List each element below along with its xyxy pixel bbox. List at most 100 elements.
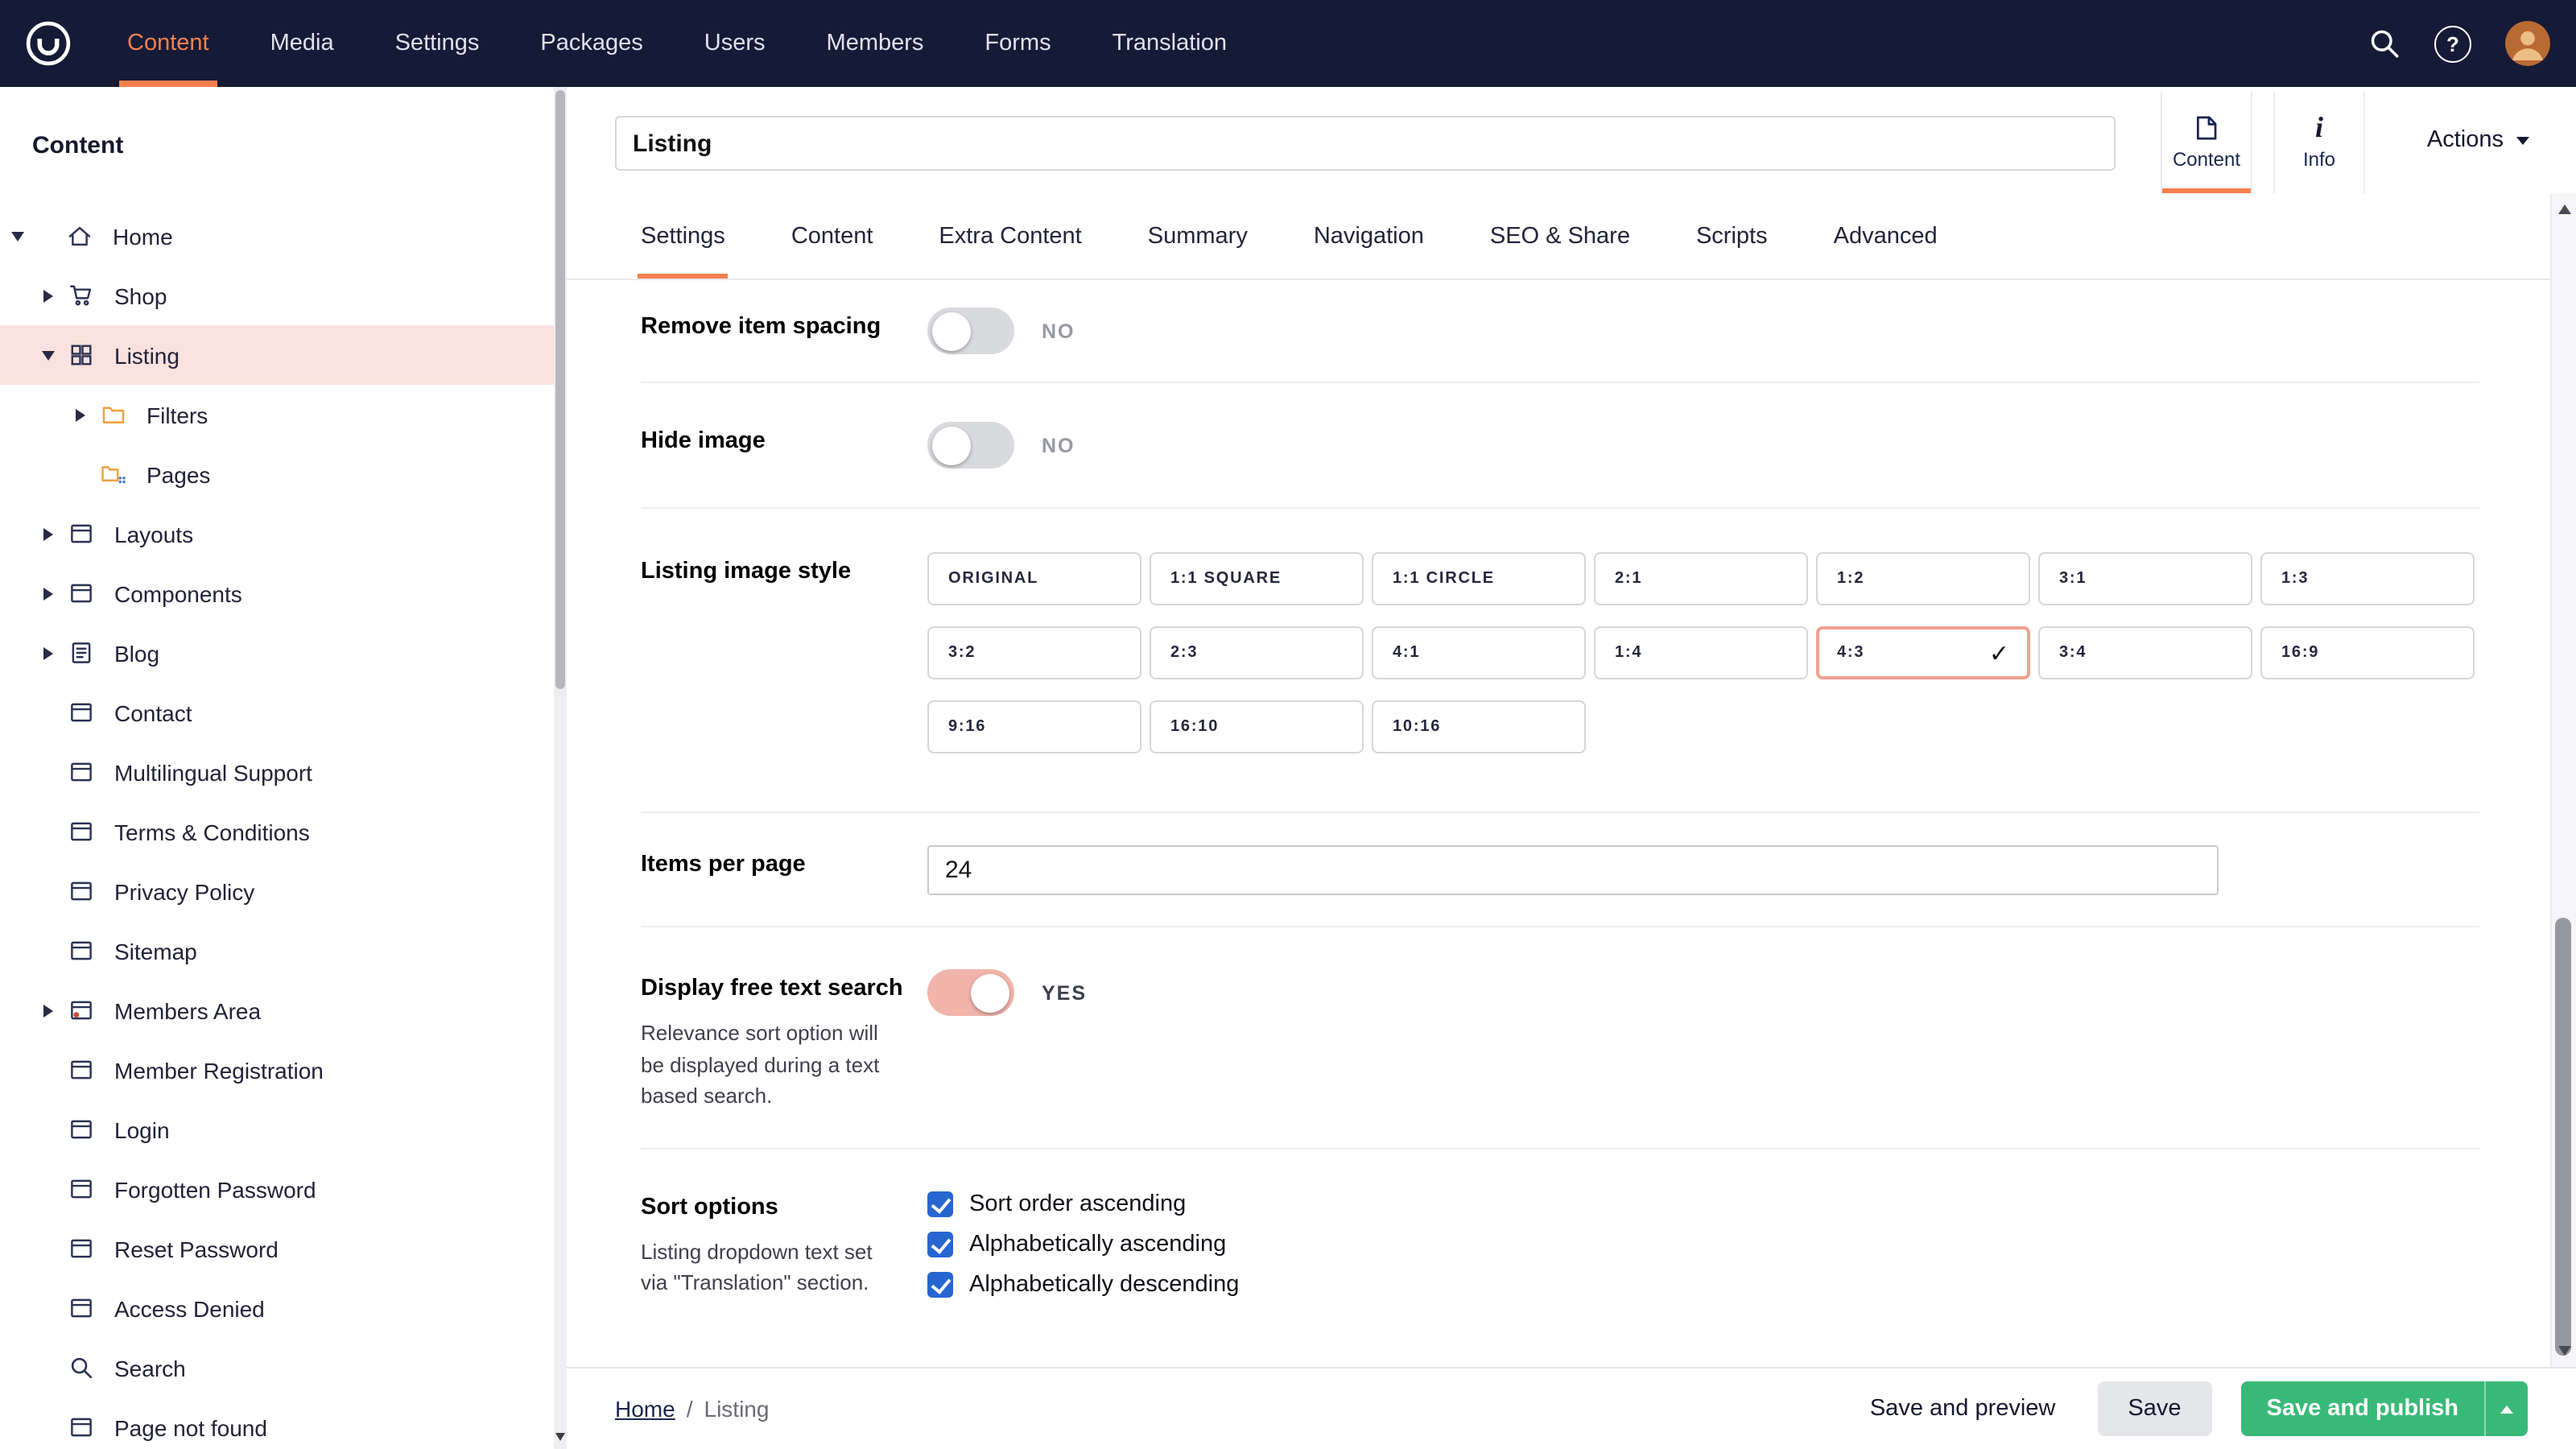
tab-navigation[interactable]: Navigation <box>1314 193 1424 279</box>
expand-caret-icon[interactable] <box>43 587 69 600</box>
tab-settings[interactable]: Settings <box>641 193 725 279</box>
layout-icon <box>69 700 93 724</box>
avatar[interactable] <box>2505 21 2550 66</box>
tab-scripts[interactable]: Scripts <box>1696 193 1768 279</box>
editor-scrollbar-thumb[interactable] <box>2555 918 2571 1356</box>
actions-button[interactable]: Actions <box>2427 87 2529 193</box>
section-forms[interactable]: Forms <box>954 0 1081 87</box>
tree-item-privacy-policy[interactable]: Privacy Policy <box>0 861 567 921</box>
items-per-page-input[interactable] <box>927 845 2219 895</box>
chevron-down-icon <box>2516 136 2529 144</box>
document-icon <box>2193 114 2220 142</box>
layout-icon <box>69 879 93 903</box>
image-style-option-1-3[interactable]: 1:3 <box>2260 552 2475 605</box>
scroll-down-arrow-icon[interactable] <box>2557 1346 2570 1356</box>
image-style-option-1-1-square[interactable]: 1:1 SQUARE <box>1150 552 1364 605</box>
tree-item-layouts[interactable]: Layouts <box>0 504 567 564</box>
image-style-option-10-16[interactable]: 10:16 <box>1372 700 1586 753</box>
editor-scrollbar[interactable] <box>2550 193 2576 1367</box>
expand-caret-icon[interactable] <box>43 289 69 302</box>
section-members[interactable]: Members <box>796 0 955 87</box>
tab-advanced[interactable]: Advanced <box>1834 193 1938 279</box>
image-style-option-1-1-circle[interactable]: 1:1 CIRCLE <box>1372 552 1586 605</box>
tree-item-page-not-found[interactable]: Page not found <box>0 1397 567 1449</box>
sidebar-scrollbar-thumb[interactable] <box>555 90 565 689</box>
image-style-option-3-1[interactable]: 3:1 <box>2038 552 2252 605</box>
expand-caret-icon[interactable] <box>43 527 69 540</box>
tree-item-label: Member Registration <box>114 1057 324 1083</box>
image-style-option-4-3-selected[interactable]: 4:3 ✓ <box>1816 626 2030 679</box>
tree-item-components[interactable]: Components <box>0 564 567 623</box>
tree-item-pages[interactable]: Pages <box>0 444 567 504</box>
app-tab-content[interactable]: Content <box>2161 92 2252 193</box>
expand-caret-icon[interactable] <box>43 1004 69 1017</box>
expand-caret-icon[interactable] <box>43 646 69 659</box>
tab-content[interactable]: Content <box>791 193 873 279</box>
tree-item-reset-password[interactable]: Reset Password <box>0 1219 567 1278</box>
image-style-option-3-4[interactable]: 3:4 <box>2038 626 2252 679</box>
tree-item-access-denied[interactable]: Access Denied <box>0 1278 567 1338</box>
tree-item-filters[interactable]: Filters <box>0 385 567 444</box>
image-style-option-2-1[interactable]: 2:1 <box>1594 552 1808 605</box>
tree-item-forgotten-password[interactable]: Forgotten Password <box>0 1159 567 1219</box>
section-settings[interactable]: Settings <box>365 0 510 87</box>
tree-item-blog[interactable]: Blog <box>0 623 567 683</box>
tree-item-listing[interactable]: Listing <box>0 325 567 385</box>
checkbox-alphabetically-ascending[interactable]: Alphabetically ascending <box>927 1231 1239 1257</box>
tree-item-home[interactable]: Home <box>0 206 567 266</box>
tab-summary[interactable]: Summary <box>1148 193 1248 279</box>
tree-item-terms-conditions[interactable]: Terms & Conditions <box>0 802 567 861</box>
image-style-option-16-10[interactable]: 16:10 <box>1150 700 1364 753</box>
tree-item-member-registration[interactable]: Member Registration <box>0 1040 567 1100</box>
checkbox-checked-icon[interactable] <box>927 1271 953 1297</box>
image-style-option-1-2[interactable]: 1:2 <box>1816 552 2030 605</box>
image-style-option-4-1[interactable]: 4:1 <box>1372 626 1586 679</box>
tree-item-members-area[interactable]: Members Area <box>0 980 567 1040</box>
image-style-option-9-16[interactable]: 9:16 <box>927 700 1141 753</box>
tree-item-sitemap[interactable]: Sitemap <box>0 921 567 980</box>
image-style-option-16-9[interactable]: 16:9 <box>2260 626 2475 679</box>
breadcrumb-home-link[interactable]: Home <box>615 1396 675 1422</box>
section-media[interactable]: Media <box>240 0 365 87</box>
image-style-option-original[interactable]: ORIGINAL <box>927 552 1141 605</box>
tab-extra-content[interactable]: Extra Content <box>939 193 1081 279</box>
breadcrumb-separator: / <box>687 1396 693 1422</box>
image-style-option-3-2[interactable]: 3:2 <box>927 626 1141 679</box>
scroll-up-arrow-icon[interactable] <box>2557 204 2570 214</box>
section-packages[interactable]: Packages <box>510 0 673 87</box>
image-style-option-2-3[interactable]: 2:3 <box>1150 626 1364 679</box>
save-and-preview-button[interactable]: Save and preview <box>1870 1396 2056 1422</box>
umbraco-logo-icon <box>24 19 72 68</box>
free-text-search-toggle[interactable] <box>927 969 1014 1016</box>
checkbox-checked-icon[interactable] <box>927 1231 953 1257</box>
collapse-caret-icon[interactable] <box>43 349 69 361</box>
checkbox-alphabetically-descending[interactable]: Alphabetically descending <box>927 1271 1239 1297</box>
app-tab-label: Info <box>2303 148 2335 171</box>
save-button[interactable]: Save <box>2097 1381 2211 1436</box>
hide-image-toggle[interactable] <box>927 422 1014 469</box>
section-content[interactable]: Content <box>97 0 240 87</box>
tree-item-multilingual-support[interactable]: Multilingual Support <box>0 742 567 802</box>
checkbox-checked-icon[interactable] <box>927 1191 953 1216</box>
tree-item-contact[interactable]: Contact <box>0 683 567 742</box>
field-items-per-page: Items per page <box>641 813 2479 927</box>
app-tab-info[interactable]: i Info <box>2273 92 2365 193</box>
document-name-input[interactable] <box>615 116 2116 171</box>
sidebar-scrollbar[interactable] <box>554 87 567 1449</box>
remove-item-spacing-toggle[interactable] <box>927 308 1014 354</box>
tree-item-search[interactable]: Search <box>0 1338 567 1397</box>
help-icon[interactable]: ? <box>2434 25 2471 62</box>
section-users[interactable]: Users <box>674 0 796 87</box>
collapse-caret-icon[interactable] <box>13 229 68 242</box>
tree-item-shop[interactable]: Shop <box>0 266 567 325</box>
checkbox-sort-order-ascending[interactable]: Sort order ascending <box>927 1191 1239 1216</box>
umbraco-logo[interactable] <box>0 0 97 87</box>
tab-seo-share[interactable]: SEO & Share <box>1490 193 1630 279</box>
search-icon[interactable] <box>2368 27 2401 60</box>
save-and-publish-button[interactable]: Save and publish <box>2241 1381 2529 1436</box>
tree-item-login[interactable]: Login <box>0 1100 567 1159</box>
section-translation[interactable]: Translation <box>1082 0 1257 87</box>
publish-options-caret[interactable] <box>2484 1381 2528 1436</box>
image-style-option-1-4[interactable]: 1:4 <box>1594 626 1808 679</box>
expand-caret-icon[interactable] <box>76 408 101 421</box>
